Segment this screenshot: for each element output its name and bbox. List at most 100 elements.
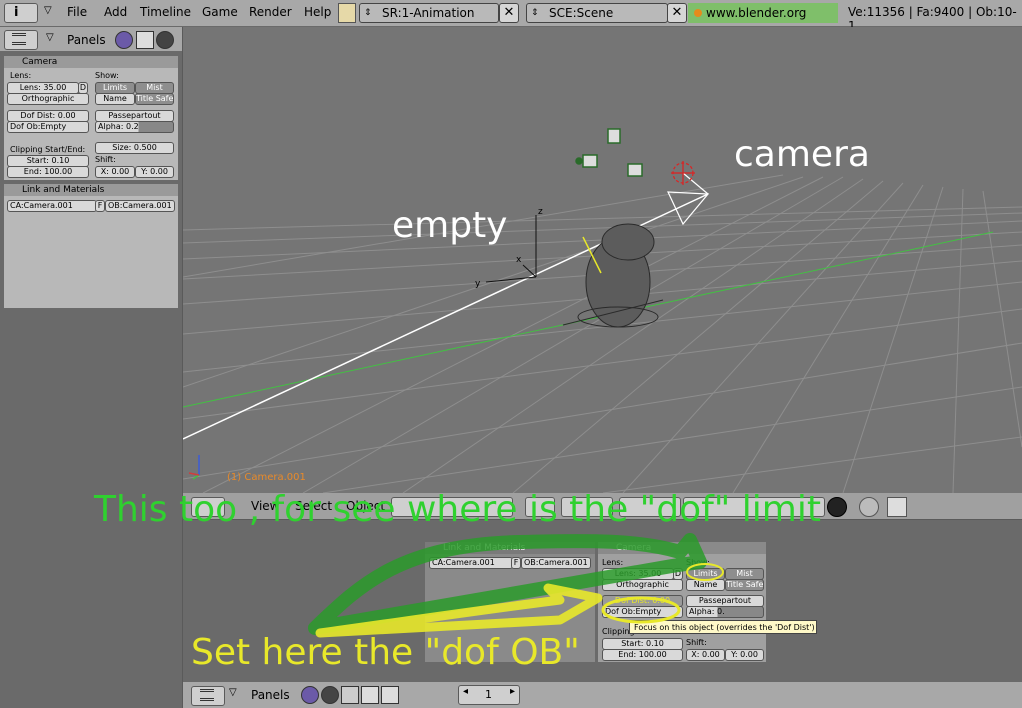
right-arrow-icon: ▸ bbox=[509, 686, 515, 697]
viewport-canvas bbox=[183, 128, 1022, 493]
clip-end-field[interactable]: End: 100.00 bbox=[7, 166, 89, 178]
frame-number-field[interactable]: ◂ 1 ▸ bbox=[458, 685, 520, 705]
scene-selector[interactable]: ⇕ SCE:Scene bbox=[526, 3, 668, 23]
menu-add[interactable]: Add bbox=[104, 5, 127, 19]
show-label: Show: bbox=[95, 71, 119, 80]
left-arrow-icon: ◂ bbox=[463, 686, 469, 697]
delete-screen-button[interactable]: ✕ bbox=[499, 3, 519, 23]
camera-object bbox=[667, 161, 710, 226]
lower-camera-data-field[interactable]: CA:Camera.001 bbox=[429, 557, 513, 569]
3d-viewport[interactable]: z y x empty camera (1) Camera.001 bbox=[183, 27, 1022, 493]
size-field[interactable]: Size: 0.500 bbox=[95, 142, 174, 154]
editor-type-button[interactable]: i bbox=[4, 3, 38, 23]
active-object-name: (1) Camera.001 bbox=[227, 472, 306, 483]
empty-y-axis-label: y bbox=[475, 279, 481, 289]
buttons-header: ▽ Panels bbox=[0, 27, 182, 51]
lower-title-safe-toggle[interactable]: Title Safe bbox=[725, 579, 764, 591]
menu-help[interactable]: Help bbox=[304, 5, 331, 19]
lower-link-title[interactable]: Link and Materials bbox=[425, 542, 595, 554]
link-panel-title-text: Link and Materials bbox=[22, 185, 105, 195]
title-safe-toggle[interactable]: Title Safe bbox=[135, 93, 174, 105]
lower-shift-y-field[interactable]: Y: 0.00 bbox=[725, 649, 764, 661]
menu-file[interactable]: File bbox=[67, 5, 87, 19]
logic-context-icon[interactable] bbox=[301, 686, 319, 704]
camera-panel-title-text: Camera bbox=[22, 57, 58, 67]
annotation-yellow-text: Set here the "dof OB" bbox=[191, 632, 580, 673]
menu-timeline[interactable]: Timeline bbox=[140, 5, 191, 19]
camera-panel-title[interactable]: Camera bbox=[4, 56, 178, 68]
info-icon: i bbox=[14, 5, 19, 20]
editing-context-icon[interactable] bbox=[136, 31, 154, 49]
collapse-menu-icon[interactable]: ▽ bbox=[46, 32, 54, 43]
updown-arrows-icon: ⇕ bbox=[364, 8, 372, 18]
lower-window-type-button[interactable] bbox=[191, 686, 225, 706]
window-type-button[interactable] bbox=[4, 30, 38, 50]
screen-name: SR:1-Animation bbox=[382, 6, 475, 20]
blender-url-link[interactable]: www.blender.org 249.2 bbox=[688, 3, 838, 40]
shading-context-icon[interactable] bbox=[156, 31, 174, 49]
screen-selector[interactable]: ⇕ SR:1-Animation bbox=[359, 3, 499, 23]
alpha-slider[interactable]: Alpha: 0.2 bbox=[95, 121, 174, 133]
shift-y-field[interactable]: Y: 0.00 bbox=[135, 166, 174, 178]
blender-orb-icon bbox=[694, 9, 702, 17]
menu-render[interactable]: Render bbox=[249, 5, 292, 19]
panels-label: Panels bbox=[67, 33, 106, 47]
floor-grid bbox=[183, 174, 1022, 493]
lights-group bbox=[575, 128, 643, 177]
shift-label: Shift: bbox=[95, 155, 116, 164]
list-icon bbox=[12, 33, 26, 45]
frame-number: 1 bbox=[485, 688, 492, 701]
lower-alpha-slider[interactable]: Alpha: 0. bbox=[686, 606, 764, 618]
lower-fake-user-toggle[interactable]: F bbox=[511, 557, 521, 569]
render-preview-icon[interactable] bbox=[887, 497, 907, 517]
dof-ob-tooltip: Focus on this object (overrides the 'Dof… bbox=[629, 620, 817, 634]
updown-arrows-icon: ⇕ bbox=[531, 8, 539, 18]
annotation-green-text: This too , for see where is the "dof" li… bbox=[94, 489, 821, 530]
grease-pencil-icon[interactable] bbox=[859, 497, 879, 517]
fake-user-toggle[interactable]: F bbox=[95, 200, 105, 212]
lens-label: Lens: bbox=[10, 71, 32, 80]
camera-data-field[interactable]: CA:Camera.001 bbox=[7, 200, 97, 212]
scene-name: SCE:Scene bbox=[549, 6, 614, 20]
lower-panels-label: Panels bbox=[251, 688, 290, 702]
lower-orthographic-toggle[interactable]: Orthographic bbox=[602, 579, 683, 591]
object-context-icon[interactable] bbox=[341, 686, 359, 704]
menu-game[interactable]: Game bbox=[202, 5, 238, 19]
lower-camera-title[interactable]: Camera bbox=[598, 542, 766, 554]
top-menu-bar: i ▽ File Add Timeline Game Render Help ⇕… bbox=[0, 0, 1022, 40]
lower-camera-title-text: Camera bbox=[616, 543, 652, 553]
clipping-label: Clipping Start/End: bbox=[10, 145, 86, 154]
lower-show-label: Show: bbox=[686, 558, 710, 567]
delete-scene-button[interactable]: ✕ bbox=[667, 3, 687, 23]
dof-ob-field[interactable]: Dof Ob:Empty bbox=[7, 121, 89, 133]
lower-link-title-text: Link and Materials bbox=[443, 543, 526, 553]
lower-dof-ob-field[interactable]: Dof Ob:Empty bbox=[602, 606, 683, 618]
orthographic-toggle[interactable]: Orthographic bbox=[7, 93, 89, 105]
collapse-menu-icon[interactable]: ▽ bbox=[44, 5, 52, 16]
shift-x-field[interactable]: X: 0.00 bbox=[95, 166, 135, 178]
lower-camera-panel: Camera Lens: Show: Lens: 35.00 D Limits … bbox=[598, 542, 766, 662]
object-name-field[interactable]: OB:Camera.001 bbox=[105, 200, 175, 212]
character-model bbox=[562, 223, 664, 328]
shading-context-icon[interactable] bbox=[321, 686, 339, 704]
show-name-toggle[interactable]: Name bbox=[95, 93, 135, 105]
lower-show-name-toggle[interactable]: Name bbox=[686, 579, 725, 591]
empty-z-axis-label: z bbox=[538, 207, 543, 217]
lower-object-name-field[interactable]: OB:Camera.001 bbox=[521, 557, 591, 569]
scene-context-icon[interactable] bbox=[381, 686, 399, 704]
annotation-camera-label: camera bbox=[734, 134, 870, 175]
link-materials-panel: Link and Materials CA:Camera.001 F OB:Ca… bbox=[4, 184, 178, 308]
editing-context-icon[interactable] bbox=[361, 686, 379, 704]
lower-buttons-header: ▽ Panels ◂ 1 ▸ bbox=[183, 682, 1022, 708]
annotation-empty-label: empty bbox=[392, 205, 508, 246]
link-panel-title[interactable]: Link and Materials bbox=[4, 184, 178, 196]
blender-logo-icon bbox=[338, 3, 356, 23]
lower-shift-x-field[interactable]: X: 0.00 bbox=[686, 649, 725, 661]
logic-context-icon[interactable] bbox=[115, 31, 133, 49]
lower-lens-label: Lens: bbox=[602, 558, 624, 567]
empty-x-axis-label: x bbox=[516, 255, 522, 265]
collapse-menu-icon[interactable]: ▽ bbox=[229, 687, 237, 698]
lock-icon[interactable] bbox=[827, 497, 847, 517]
lower-clip-end-field[interactable]: End: 100.00 bbox=[602, 649, 683, 661]
camera-panel: Camera Lens: Show: Lens: 35.00 D Limits … bbox=[4, 56, 178, 180]
